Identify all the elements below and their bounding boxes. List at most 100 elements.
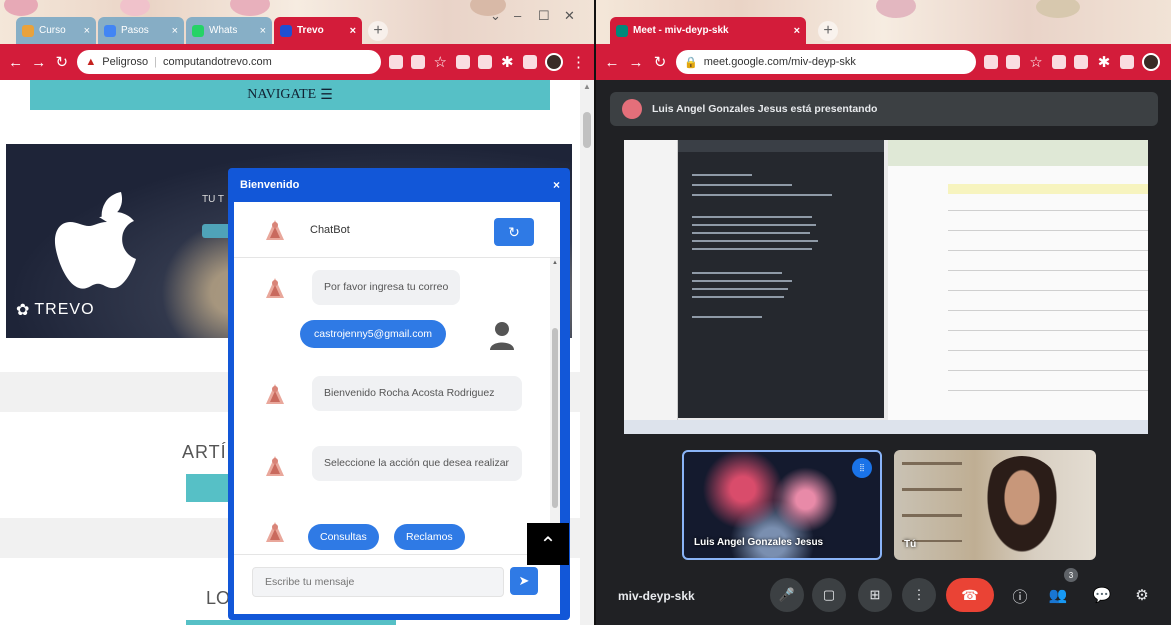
chat-close-button[interactable]: × <box>553 178 560 192</box>
browser-window-right: Meet - miv-deyp-skk × + ← → ↻ 🔒 meet.goo… <box>596 0 1171 625</box>
bot-header: ChatBot ↻ <box>234 202 560 258</box>
phone-icon: ☎ <box>961 586 979 603</box>
scroll-up-icon[interactable]: ▲ <box>552 260 558 266</box>
pdf-extension-icon[interactable] <box>477 55 492 69</box>
self-video <box>982 456 1062 560</box>
chat-input-row: ➤ <box>234 554 560 614</box>
address-bar[interactable]: ▲ Peligroso | computandotrevo.com <box>77 50 381 74</box>
send-icon: ➤ <box>518 573 530 588</box>
back-icon[interactable]: ← <box>8 54 23 71</box>
presenter-avatar <box>622 99 642 119</box>
sheet-toolbar <box>888 140 1148 166</box>
profile-avatar[interactable] <box>1142 53 1160 71</box>
chat-scroll-thumb[interactable] <box>552 328 558 508</box>
window-close-button[interactable]: ✕ <box>564 8 575 24</box>
scroll-up-icon[interactable]: ▲ <box>583 82 591 91</box>
camera-button[interactable]: ▢ <box>812 578 846 612</box>
participant-count-badge: 3 <box>1064 568 1078 582</box>
tab-meet[interactable]: Meet - miv-deyp-skk × <box>610 17 806 44</box>
page-scrollbar[interactable]: ▲ <box>580 80 594 625</box>
section-heading-lo: LO <box>206 588 231 608</box>
consultas-button[interactable]: Consultas <box>308 524 379 550</box>
pdf-extension-icon[interactable] <box>1074 55 1088 69</box>
shared-screen <box>624 140 1148 434</box>
tab-whatsapp[interactable]: Whats × <box>186 17 272 44</box>
chevron-down-icon[interactable]: ⌄ <box>490 8 501 24</box>
menu-icon[interactable]: ⋮ <box>571 53 586 71</box>
bookmark-star-icon[interactable]: ☆ <box>433 53 448 71</box>
reload-icon[interactable]: ↻ <box>652 53 668 71</box>
present-button[interactable]: ⊞ <box>858 578 892 612</box>
close-icon[interactable]: × <box>794 25 800 37</box>
navigate-label: NAVIGATE <box>247 87 317 102</box>
chat-icon[interactable]: 💬 <box>1092 586 1112 604</box>
self-view-tile[interactable]: Tú <box>894 450 1096 560</box>
close-icon[interactable]: × <box>172 25 178 37</box>
lock-icon: 🔒 <box>684 56 698 69</box>
share-icon[interactable] <box>1006 55 1020 69</box>
forward-icon[interactable]: → <box>31 54 46 71</box>
sidepanel-icon[interactable] <box>1120 55 1134 69</box>
people-icon[interactable]: 👥 <box>1048 586 1068 604</box>
puzzle-icon[interactable]: ✱ <box>500 53 515 71</box>
forward-icon[interactable]: → <box>628 54 644 71</box>
tab-favicon <box>22 24 34 37</box>
navigate-bar[interactable]: NAVIGATE ☰ <box>30 80 550 110</box>
tab-curso[interactable]: Curso × <box>16 17 96 44</box>
hero-tagline: TU T <box>202 194 225 205</box>
hamburger-icon: ☰ <box>320 87 333 103</box>
maximize-button[interactable]: ☐ <box>538 8 550 24</box>
browser-toolbar: ← → ↻ 🔒 meet.google.com/miv-deyp-skk ☆ ✱ <box>596 44 1171 80</box>
bookmark-star-icon[interactable]: ☆ <box>1028 53 1044 71</box>
address-bar[interactable]: 🔒 meet.google.com/miv-deyp-skk <box>676 50 976 74</box>
key-icon[interactable] <box>388 55 403 69</box>
tab-favicon <box>104 24 116 37</box>
message-list: Por favor ingresa tu correo castrojenny5… <box>234 258 550 554</box>
puzzle-icon[interactable]: ✱ <box>1096 53 1112 71</box>
reload-icon[interactable]: ↻ <box>54 53 69 71</box>
new-tab-button[interactable]: + <box>818 21 838 41</box>
activities-icon[interactable]: ⚙ <box>1132 586 1152 604</box>
back-icon[interactable]: ← <box>604 54 620 71</box>
tab-trevo[interactable]: Trevo × <box>274 17 362 44</box>
camera-indicator-icon[interactable] <box>984 55 998 69</box>
presenter-banner: Luis Angel Gonzales Jesus está presentan… <box>610 92 1158 126</box>
share-icon[interactable] <box>410 55 425 69</box>
refresh-button[interactable]: ↻ <box>494 218 534 246</box>
more-icon: ⋮ <box>912 587 926 602</box>
new-tab-button[interactable]: + <box>368 21 388 41</box>
section-button[interactable] <box>186 620 396 625</box>
microphone-button[interactable]: 🎤 <box>770 578 804 612</box>
sidepanel-icon[interactable] <box>522 55 537 69</box>
browser-toolbar: ← → ↻ ▲ Peligroso | computandotrevo.com … <box>0 44 594 80</box>
minimize-button[interactable]: – <box>514 8 521 23</box>
tab-pasos[interactable]: Pasos × <box>98 17 184 44</box>
send-button[interactable]: ➤ <box>510 567 538 595</box>
chat-scrollbar[interactable]: ▲ <box>550 258 560 554</box>
microphone-icon: 🎤 <box>778 587 796 602</box>
tab-strip: Meet - miv-deyp-skk × + <box>596 0 1171 44</box>
participant-tile[interactable]: ⦙⦙ Luis Angel Gonzales Jesus <box>682 450 882 560</box>
extension-icon[interactable] <box>455 55 470 69</box>
security-label: Peligroso <box>102 56 149 68</box>
extension-icon[interactable] <box>1052 55 1066 69</box>
reclamos-button[interactable]: Reclamos <box>394 524 465 550</box>
chevron-up-icon: ⌃ <box>539 533 557 556</box>
scroll-thumb[interactable] <box>583 112 591 148</box>
close-icon[interactable]: × <box>260 25 266 37</box>
back-to-top-button[interactable]: ⌃ <box>527 523 569 565</box>
bot-avatar-icon <box>266 522 284 542</box>
close-icon[interactable]: × <box>84 25 90 37</box>
chat-message-input[interactable] <box>252 567 504 597</box>
chatbot-title: Bienvenido <box>240 179 300 191</box>
present-icon: ⊞ <box>869 587 881 602</box>
chatbot-window: Bienvenido × ChatBot ↻ Por favor ingresa… <box>228 168 570 620</box>
more-options-button[interactable]: ⋮ <box>902 578 936 612</box>
end-call-button[interactable]: ☎ <box>946 578 994 612</box>
close-icon[interactable]: × <box>350 25 356 37</box>
profile-avatar[interactable] <box>544 53 563 71</box>
tab-favicon <box>192 24 204 37</box>
user-avatar-icon <box>490 322 514 350</box>
info-icon[interactable]: ⓘ <box>1010 586 1030 607</box>
participant-name: Tú <box>904 539 917 550</box>
